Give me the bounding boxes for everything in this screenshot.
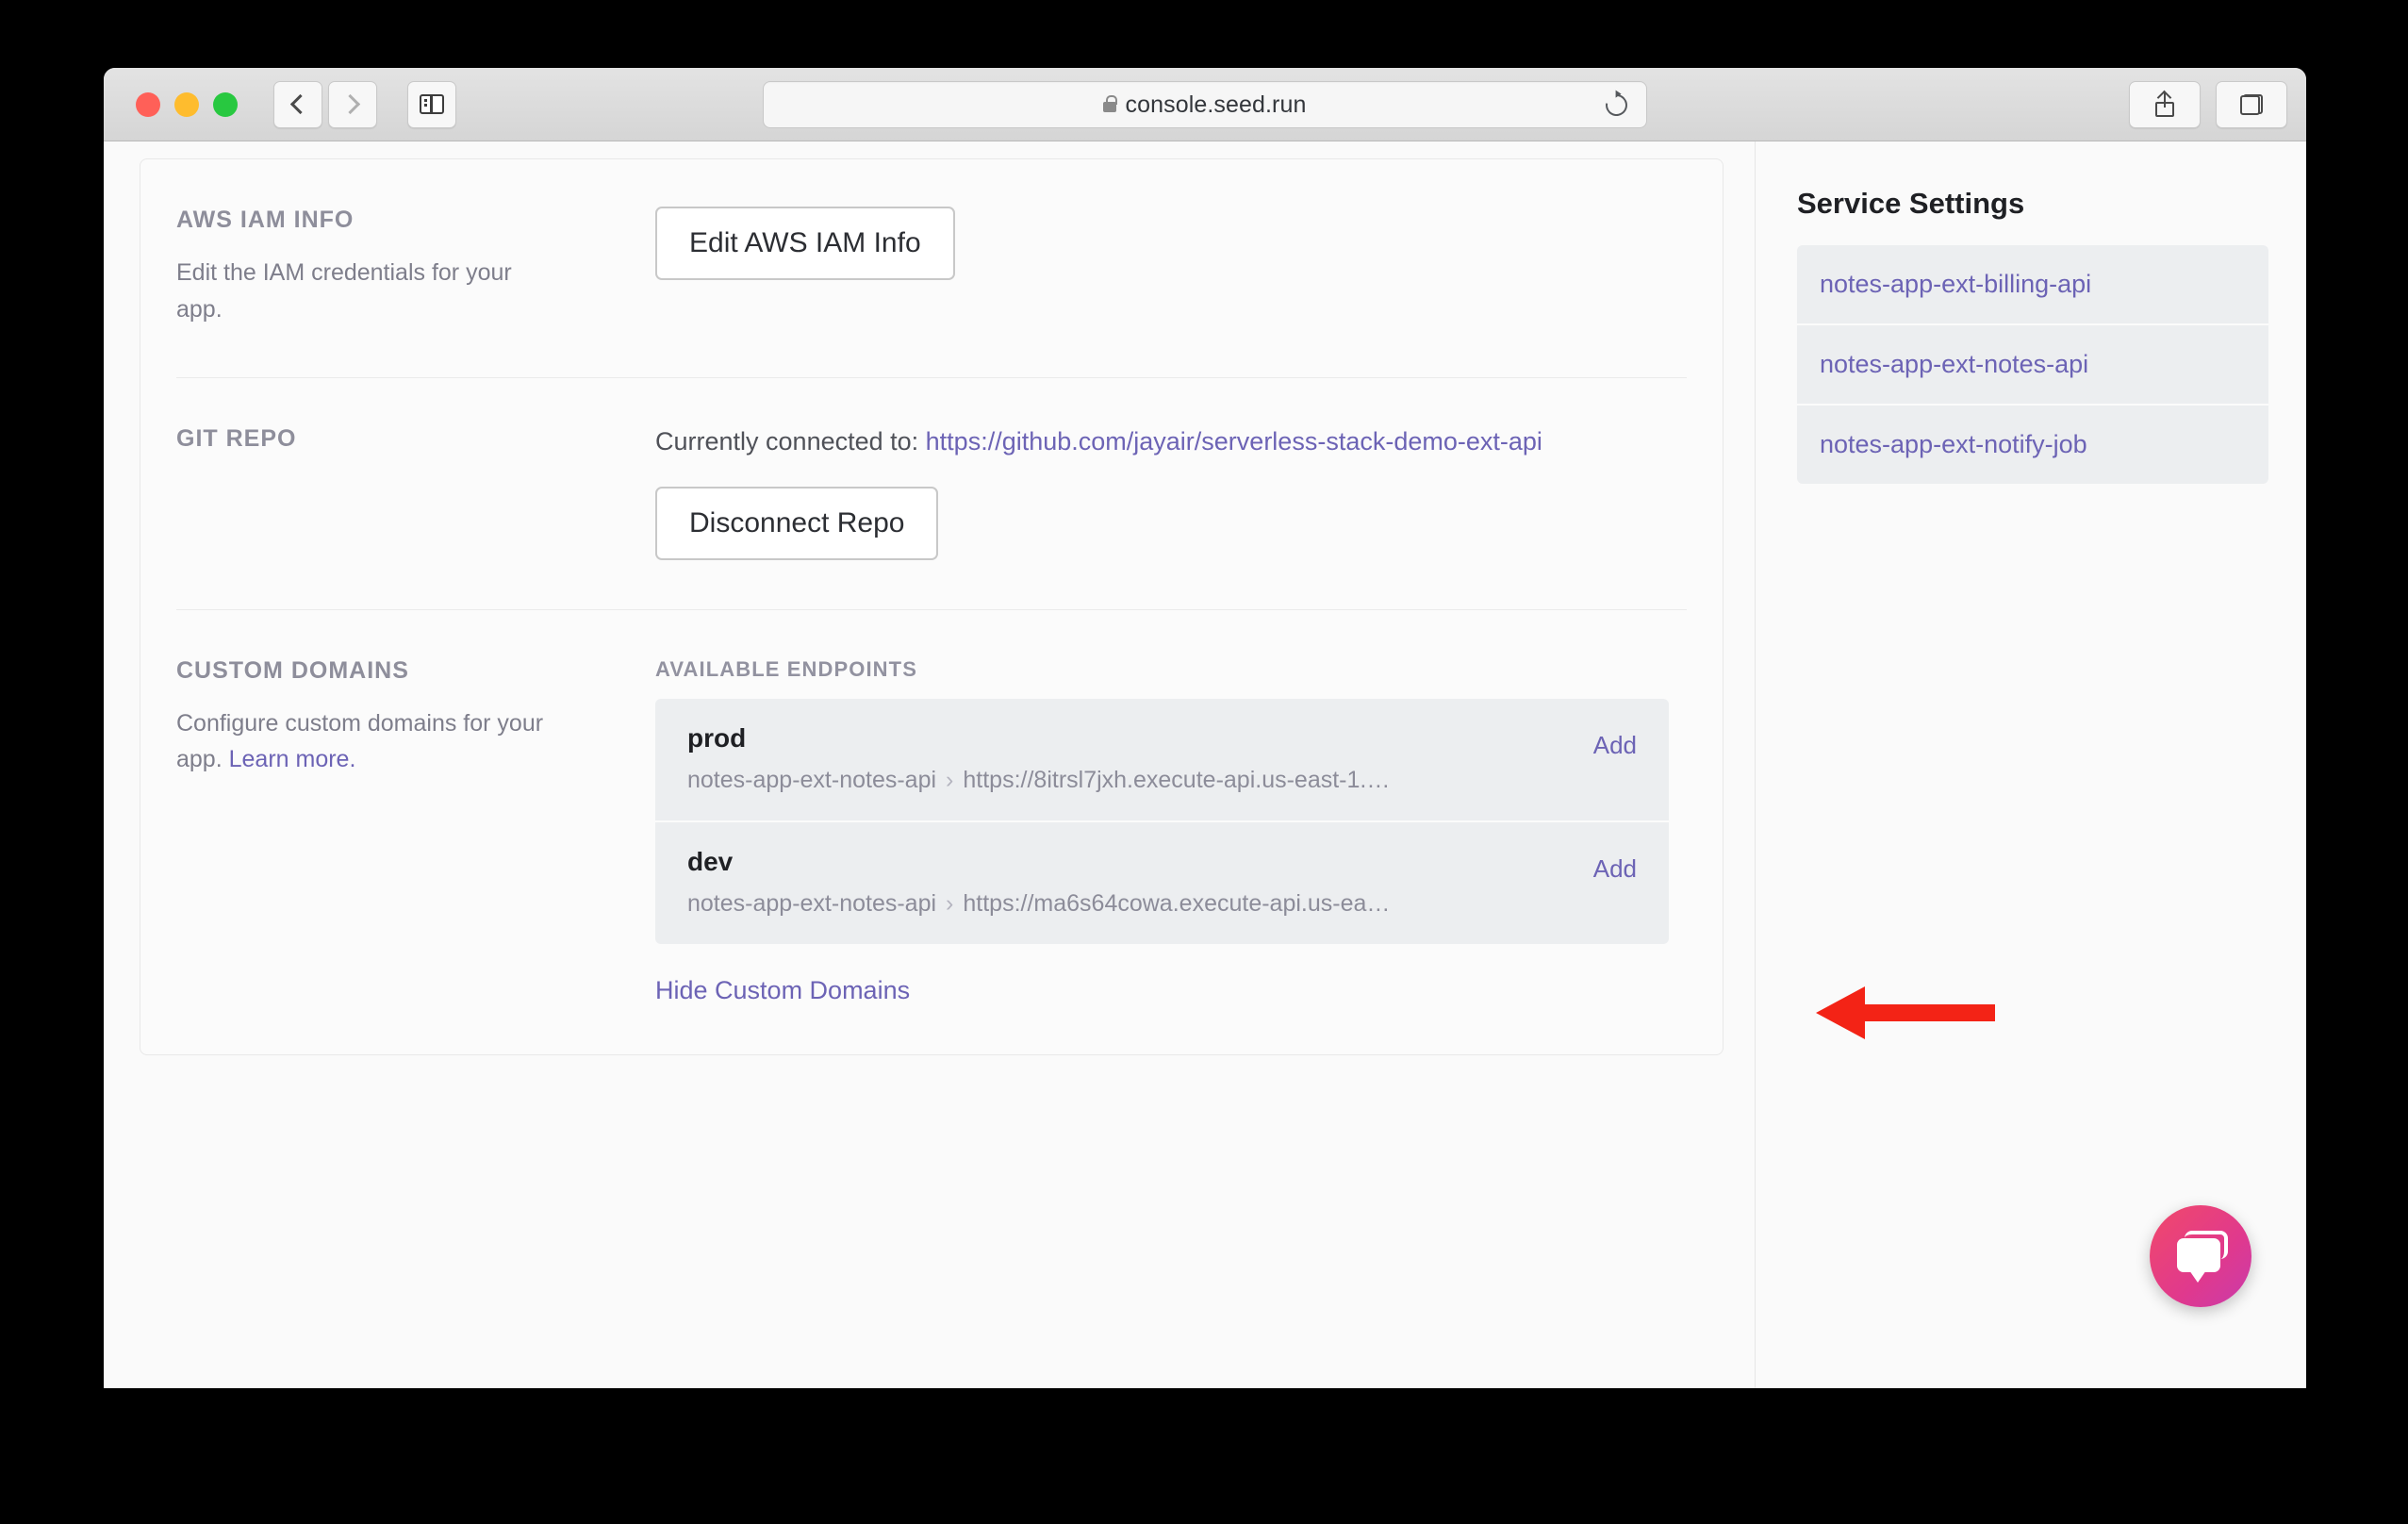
toolbar-right-actions	[2129, 81, 2287, 128]
git-repo-connected-prefix: Currently connected to:	[655, 426, 926, 456]
git-repo-action-block: Currently connected to: https://github.c…	[655, 423, 1687, 560]
address-bar[interactable]: console.seed.run	[763, 81, 1647, 128]
browser-toolbar: console.seed.run	[104, 68, 2306, 141]
endpoint-url: https://8itrsl7jxh.execute-api.us-east-1…	[963, 766, 1391, 793]
aws-iam-action-block: Edit AWS IAM Info	[655, 205, 1687, 328]
aws-iam-label: AWS IAM INFO	[176, 207, 355, 233]
edit-aws-iam-info-button[interactable]: Edit AWS IAM Info	[655, 207, 955, 280]
endpoint-separator-icon: ›	[946, 889, 954, 917]
disconnect-repo-button[interactable]: Disconnect Repo	[655, 486, 939, 560]
back-button[interactable]	[273, 80, 322, 128]
maximize-window-button[interactable]	[213, 91, 238, 117]
endpoint-row-prod: prod notes-app-ext-notes-api › https://8it…	[655, 698, 1669, 820]
sidebar-toggle-button[interactable]	[407, 80, 456, 128]
endpoint-row-dev: dev notes-app-ext-notes-api › https://ma6s…	[655, 820, 1669, 944]
minimize-window-button[interactable]	[174, 91, 199, 117]
window-controls	[136, 91, 238, 117]
git-repo-label: GIT REPO	[176, 424, 297, 452]
page-content: AWS IAM INFO Edit the IAM credentials fo…	[104, 141, 2306, 1388]
sidebar-toggle-icon	[420, 94, 444, 114]
learn-more-link[interactable]: Learn more.	[229, 746, 356, 772]
endpoint-service-name: notes-app-ext-notes-api	[687, 889, 937, 917]
aws-iam-description-block: AWS IAM INFO Edit the IAM credentials fo…	[176, 205, 655, 328]
service-settings-title: Service Settings	[1797, 187, 2025, 220]
forward-button[interactable]	[328, 80, 377, 128]
service-item-billing-api[interactable]: notes-app-ext-billing-api	[1797, 245, 2268, 323]
add-custom-domain-button-dev[interactable]: Add	[1593, 847, 1637, 884]
endpoint-list: prod notes-app-ext-notes-api › https://8it…	[655, 698, 1669, 944]
lock-icon	[1103, 94, 1118, 112]
share-icon	[2155, 92, 2174, 117]
endpoint-stage: dev	[687, 846, 734, 876]
endpoint-path: notes-app-ext-notes-api › https://ma6s64co…	[687, 890, 1571, 918]
git-repo-description-block: GIT REPO	[176, 423, 655, 560]
service-settings-sidebar: Service Settings notes-app-ext-billing-a…	[1756, 141, 2306, 1388]
endpoint-separator-icon: ›	[946, 766, 954, 793]
chevron-right-icon	[339, 93, 361, 115]
custom-domains-action-block: AVAILABLE ENDPOINTS prod notes-app-ext-n…	[655, 655, 1687, 1005]
custom-domains-section: CUSTOM DOMAINS Configure custom domains …	[176, 608, 1687, 1054]
aws-iam-section: AWS IAM INFO Edit the IAM credentials fo…	[176, 159, 1687, 377]
endpoint-info: prod notes-app-ext-notes-api › https://8it…	[687, 723, 1571, 794]
chat-widget-button[interactable]	[2150, 1205, 2251, 1307]
tab-overview-icon	[2240, 94, 2263, 115]
available-endpoints-label: AVAILABLE ENDPOINTS	[655, 656, 917, 681]
add-custom-domain-button-prod[interactable]: Add	[1593, 723, 1637, 760]
navigation-buttons	[273, 80, 456, 128]
service-item-notify-job[interactable]: notes-app-ext-notify-job	[1797, 404, 2268, 484]
endpoint-path: notes-app-ext-notes-api › https://8itrsl7j…	[687, 767, 1571, 794]
share-button[interactable]	[2129, 81, 2201, 128]
close-window-button[interactable]	[136, 91, 160, 117]
endpoint-stage: prod	[687, 722, 747, 753]
browser-window: console.seed.run AWS IAM INFO Edit the I…	[104, 68, 2306, 1388]
address-bar-content: console.seed.run	[1103, 91, 1306, 119]
git-repo-connection-status: Currently connected to: https://github.c…	[655, 425, 1687, 458]
custom-domains-label: CUSTOM DOMAINS	[176, 656, 409, 684]
chat-bubble-icon	[2177, 1231, 2228, 1283]
git-repo-url-link[interactable]: https://github.com/jayair/serverless-sta…	[926, 427, 1542, 456]
tab-overview-button[interactable]	[2216, 81, 2287, 128]
endpoint-service-name: notes-app-ext-notes-api	[687, 766, 937, 793]
service-item-notes-api[interactable]: notes-app-ext-notes-api	[1797, 323, 2268, 404]
hide-custom-domains-link[interactable]: Hide Custom Domains	[655, 976, 910, 1005]
service-list: notes-app-ext-billing-api notes-app-ext-…	[1797, 245, 2268, 484]
address-bar-url: console.seed.run	[1125, 91, 1307, 118]
custom-domains-description: Configure custom domains for your app. L…	[176, 705, 553, 779]
reload-icon[interactable]	[1601, 89, 1632, 121]
git-repo-section: GIT REPO Currently connected to: https:/…	[176, 376, 1687, 609]
endpoint-info: dev notes-app-ext-notes-api › https://ma6s…	[687, 847, 1571, 918]
chevron-left-icon	[289, 93, 311, 115]
settings-card: AWS IAM INFO Edit the IAM credentials fo…	[140, 158, 1724, 1055]
main-column: AWS IAM INFO Edit the IAM credentials fo…	[104, 141, 1995, 1388]
endpoint-url: https://ma6s64cowa.execute-api.us-ea…	[963, 889, 1391, 917]
aws-iam-description: Edit the IAM credentials for your app.	[176, 259, 512, 323]
custom-domains-description-block: CUSTOM DOMAINS Configure custom domains …	[176, 655, 655, 1005]
